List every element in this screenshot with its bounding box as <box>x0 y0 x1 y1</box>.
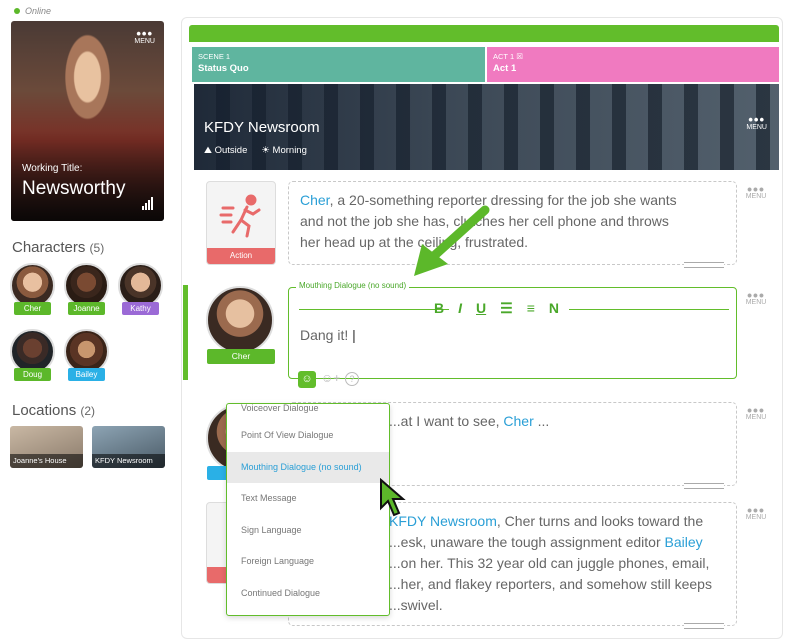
location-kfdy-newsroom[interactable]: KFDY Newsroom <box>92 426 165 468</box>
help-icon[interactable]: ? <box>345 372 359 386</box>
dialogue-type-dropdown[interactable]: Voiceover Dialogue Point Of View Dialogu… <box>226 403 390 616</box>
dropdown-item-voiceover[interactable]: Voiceover Dialogue <box>227 404 389 420</box>
format-toolbar: B I U ☰ ≡ N <box>434 300 559 317</box>
block-menu-button[interactable]: ••• MENU <box>744 403 768 421</box>
dialogue-text[interactable]: Dang it! | <box>300 325 356 346</box>
dropdown-item-foreign-language[interactable]: Foreign Language <box>227 546 389 578</box>
add-character-icon[interactable]: ☺+ <box>321 371 340 385</box>
location-joannes-house[interactable]: Joanne's House <box>10 426 83 468</box>
act-header[interactable]: ACT 1 ☒ Act 1 <box>487 47 779 82</box>
bullet-list-button[interactable]: ☰ <box>500 300 513 317</box>
bold-button[interactable]: B <box>434 300 444 317</box>
locations-heading: Locations (2) <box>12 402 96 419</box>
dropdown-item-continued[interactable]: Continued Dialogue <box>227 578 389 610</box>
annotation-arrow-icon <box>414 205 490 276</box>
online-dot-icon <box>14 8 20 14</box>
resize-handle[interactable] <box>684 262 724 268</box>
location-meta: ⛰ Outside ☀ Morning <box>204 145 307 156</box>
character-link[interactable]: Bailey <box>665 534 703 550</box>
block-menu-button[interactable]: ••• MENU <box>744 503 768 521</box>
block-menu-button[interactable]: ••• MENU <box>744 182 768 200</box>
character-cher[interactable]: Cher <box>10 263 55 315</box>
online-status: Online <box>14 6 51 16</box>
stats-icon[interactable] <box>142 197 153 210</box>
project-poster[interactable]: ••• MENU Working Title: Newsworthy <box>11 21 164 221</box>
mountain-icon: ⛰ <box>204 145 212 156</box>
dropdown-item-text-message[interactable]: Text Message <box>227 483 389 515</box>
sunrise-icon: ☀ <box>261 145 270 156</box>
numbered-list-button[interactable]: ≡ <box>527 300 535 317</box>
italic-button[interactable]: I <box>458 300 462 317</box>
n-button[interactable]: N <box>549 300 559 317</box>
speaker-avatar[interactable] <box>206 286 274 354</box>
location-title: KFDY Newsroom <box>204 119 320 136</box>
dropdown-item-pov[interactable]: Point Of View Dialogue <box>227 420 389 452</box>
speaker-tag: Cher <box>207 349 275 364</box>
dropdown-item-sign-language[interactable]: Sign Language <box>227 515 389 547</box>
action-block[interactable]: Cher, a 20-something reporter dressing f… <box>288 181 737 268</box>
underline-button[interactable]: U <box>476 300 486 317</box>
block-menu-button[interactable]: ••• MENU <box>744 288 768 306</box>
location-menu-button[interactable]: ••• MENU <box>746 113 767 131</box>
scene-header[interactable]: SCENE 1 Status Quo <box>192 47 485 82</box>
resize-handle[interactable] <box>684 483 724 489</box>
dropdown-item-mouthing[interactable]: Mouthing Dialogue (no sound) <box>227 451 389 483</box>
working-title-label: Working Title: <box>22 163 83 174</box>
act-edit-icon[interactable]: ☒ <box>516 52 523 61</box>
characters-heading: Characters (5) <box>12 239 105 256</box>
running-figure-icon <box>219 194 261 238</box>
character-link[interactable]: Cher <box>300 192 330 208</box>
character-bailey[interactable]: Bailey <box>64 329 109 381</box>
dialogue-type-icon[interactable]: ☺ <box>298 371 316 388</box>
dialogue-type-label: Mouthing Dialogue (no sound) <box>296 281 410 290</box>
character-kathy[interactable]: Kathy <box>118 263 163 315</box>
mouse-cursor-icon <box>380 478 406 517</box>
dialogue-editor[interactable]: B I U ☰ ≡ N Dang it! | <box>288 287 737 379</box>
action-type-tile[interactable]: Action <box>206 181 276 265</box>
character-doug[interactable]: Doug <box>10 329 55 381</box>
progress-bar <box>189 25 779 42</box>
time-indicator: ☀ Morning <box>261 145 307 156</box>
poster-menu-button[interactable]: ••• MENU <box>134 27 155 46</box>
active-block-indicator <box>183 285 188 380</box>
project-title: Newsworthy <box>22 178 126 199</box>
location-header[interactable]: KFDY Newsroom ⛰ Outside ☀ Morning ••• MEN… <box>194 84 779 170</box>
character-joanne[interactable]: Joanne <box>64 263 109 315</box>
setting-indicator: ⛰ Outside <box>204 145 248 156</box>
resize-handle[interactable] <box>684 623 724 629</box>
character-link[interactable]: Cher <box>503 413 533 429</box>
